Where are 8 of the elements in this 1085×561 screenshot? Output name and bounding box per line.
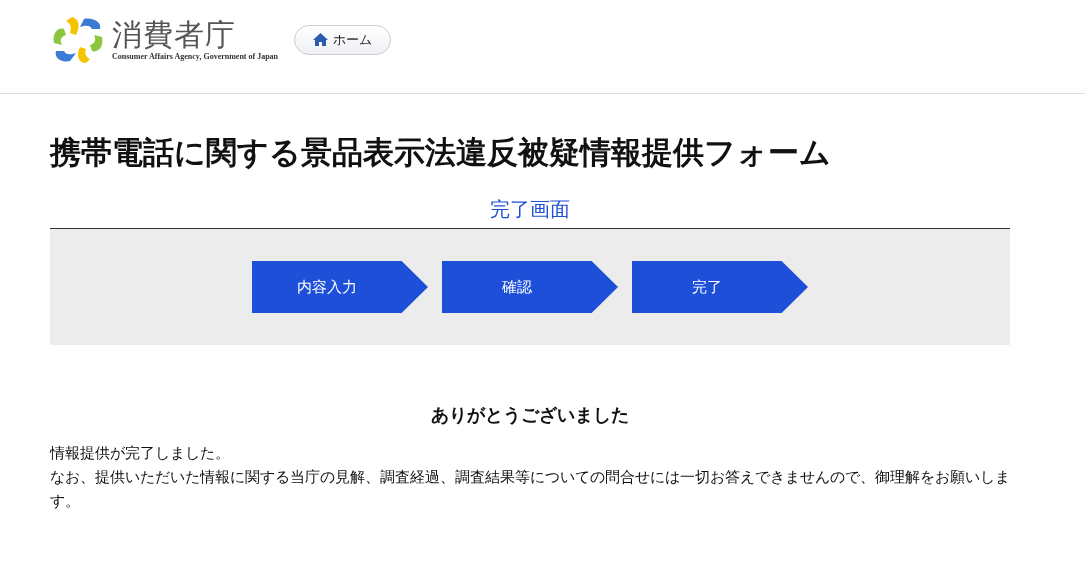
home-icon: [313, 33, 329, 46]
logo-text: 消費者庁: [112, 18, 237, 52]
thanks-heading: ありがとうございました: [430, 403, 630, 427]
message-text: 情報提供が完了しました。: [50, 443, 231, 464]
page-title: 携帯電話に関する景品表示法違反被疑情報提供フォーム: [50, 133, 832, 172]
message-text: なお、提供いただいた情報に関する当庁の見解、調査経過、調査結果等についての問合せには一切お答えできませんので、御理解をお願いします。: [50, 467, 1010, 512]
home-button[interactable]: ホーム: [294, 24, 392, 55]
logo-subtitle: Consumer Affairs Agency, Government of Japan: [112, 52, 279, 61]
